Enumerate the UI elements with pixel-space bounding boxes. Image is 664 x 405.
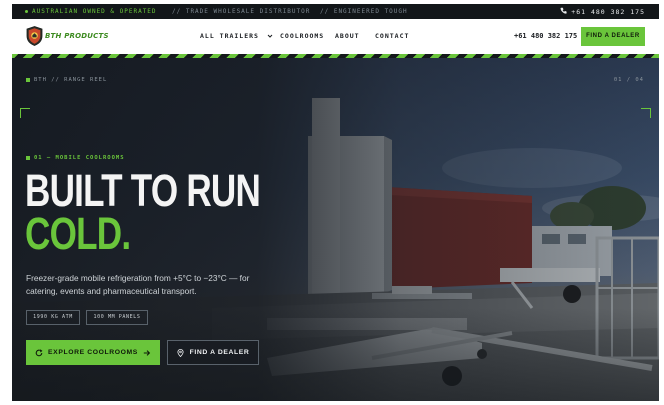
map-pin-icon: [177, 348, 184, 357]
nav-phone-link[interactable]: +61 480 382 175: [514, 32, 577, 40]
hero-description: Freezer-grade mobile refrigeration from …: [26, 273, 250, 296]
headline-line-2: COLD.: [25, 208, 131, 259]
square-bullet-icon: [26, 155, 30, 160]
logo-wordmark[interactable]: BTH PRODUCTS: [45, 32, 109, 40]
corner-bracket-right-icon: [641, 108, 651, 118]
hero-section: BTH // RANGE REEL 01 / 04 01 — MOBILE CO…: [12, 58, 659, 401]
tagline: AUSTRALIAN OWNED & OPERATED: [32, 8, 157, 15]
nav-item-contact[interactable]: CONTACT: [375, 32, 409, 40]
topbar-phone-link[interactable]: +61 480 382 175: [560, 7, 645, 16]
corner-bracket-left-icon: [20, 108, 30, 118]
main-navigation: BTH PRODUCTS ALL TRAILERS COOLROOMS ABOU…: [12, 19, 659, 54]
spec-chip-panels: 100 MM PANELS: [86, 310, 148, 325]
explore-coolrooms-label: EXPLORE COOLROOMS: [48, 349, 138, 356]
headline-line-1: BUILT TO RUN: [25, 165, 261, 216]
arrow-right-icon: [143, 349, 151, 356]
explore-coolrooms-button[interactable]: EXPLORE COOLROOMS: [26, 340, 160, 365]
hero-breadcrumb-text: BTH // RANGE REEL: [34, 77, 108, 83]
status-dot-icon: [25, 10, 28, 13]
page: AUSTRALIAN OWNED & OPERATED // TRADE WHO…: [12, 4, 659, 401]
nav-item-coolrooms[interactable]: COOLROOMS: [280, 32, 324, 40]
square-bullet-icon: [26, 77, 30, 82]
phone-icon: [560, 7, 567, 16]
hero-breadcrumb: BTH // RANGE REEL: [26, 77, 107, 83]
nav-item-all-trailers[interactable]: ALL TRAILERS: [200, 32, 273, 40]
slide-counter: 01 / 04: [613, 77, 644, 83]
tagline-distributor: // TRADE WHOLESALE DISTRIBUTOR: [172, 8, 311, 15]
spec-chip-atm: 1990 KG ATM: [26, 310, 80, 325]
logo-shield-icon[interactable]: [26, 26, 43, 46]
topbar-phone-number: +61 480 382 175: [571, 8, 645, 16]
find-dealer-hero-button[interactable]: FIND A DEALER: [167, 340, 259, 365]
top-announcement-bar: AUSTRALIAN OWNED & OPERATED // TRADE WHO…: [12, 4, 659, 19]
hero-eyebrow: 01 — MOBILE COOLROOMS: [26, 155, 125, 161]
nav-item-about[interactable]: ABOUT: [335, 32, 360, 40]
hero-headline: BUILT TO RUN COLD.: [25, 165, 261, 259]
nav-item-label: ALL TRAILERS: [200, 32, 259, 40]
find-dealer-button[interactable]: FIND A DEALER: [581, 27, 645, 46]
find-dealer-hero-label: FIND A DEALER: [189, 349, 250, 356]
hero-eyebrow-text: 01 — MOBILE COOLROOMS: [34, 155, 125, 161]
refresh-icon: [35, 348, 43, 356]
tagline-engineered: // ENGINEERED TOUGH: [320, 8, 408, 15]
chevron-down-icon: [267, 34, 273, 38]
